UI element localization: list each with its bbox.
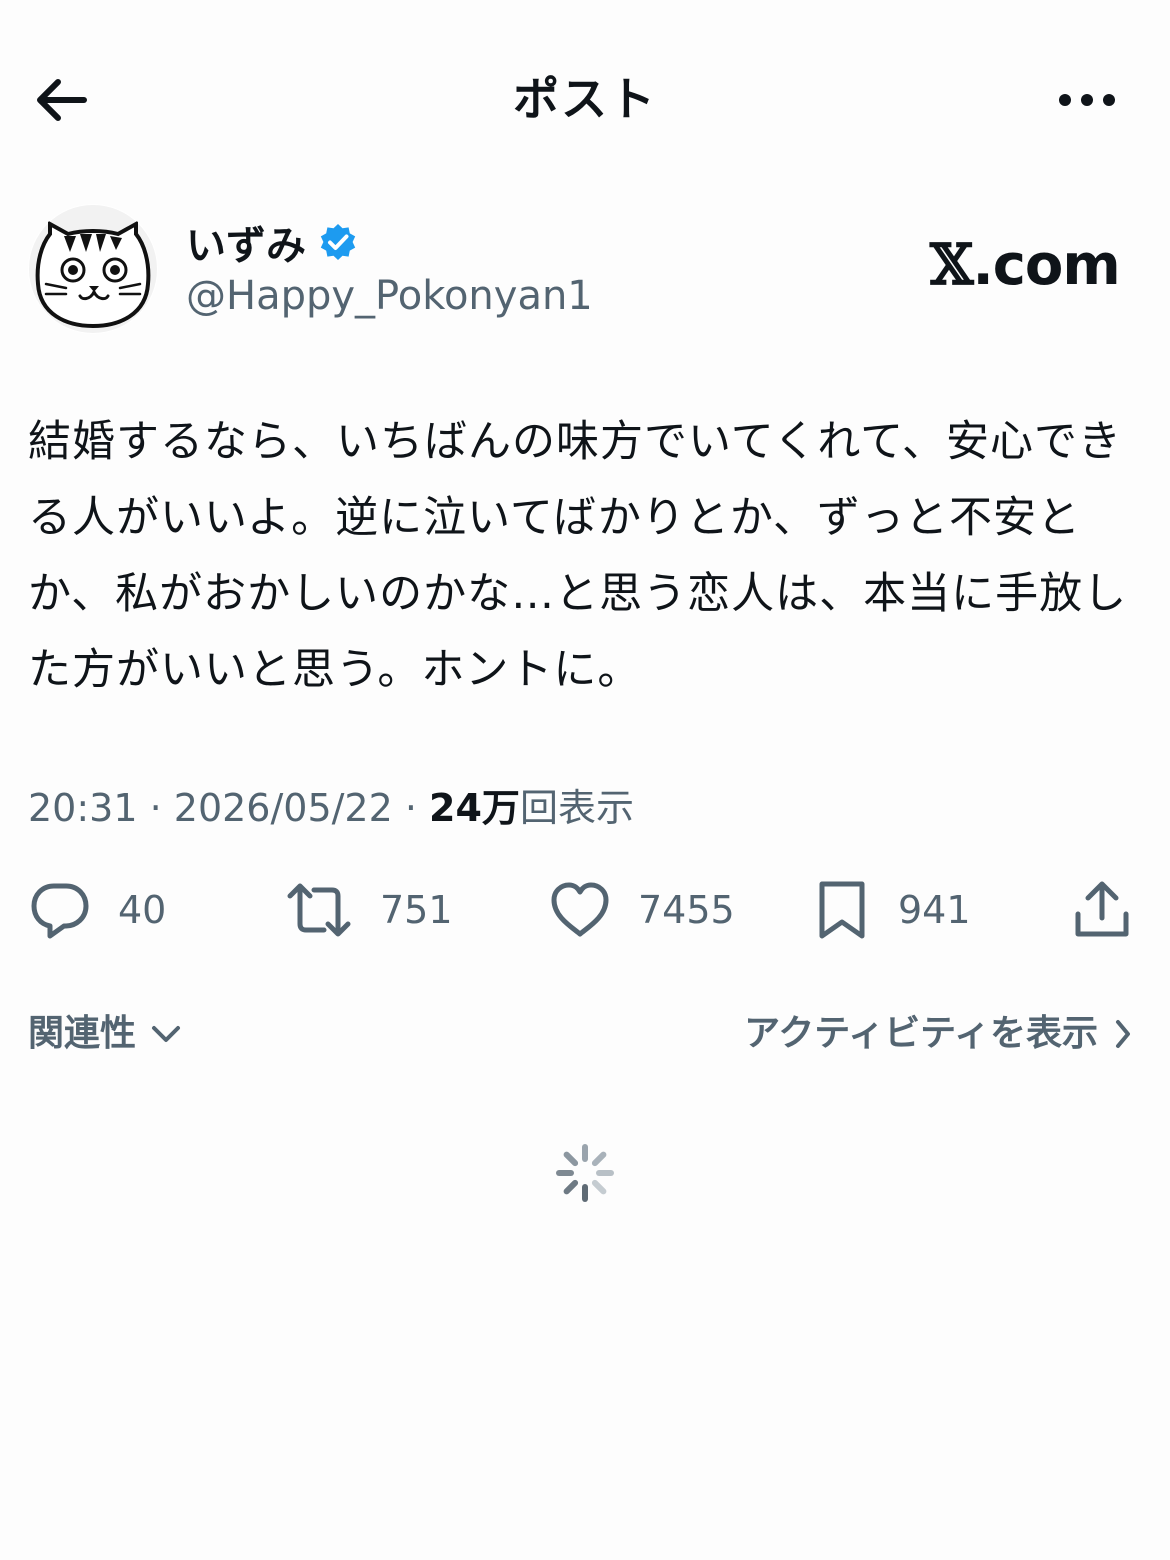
bookmark-count: 941 [898, 888, 971, 932]
page-title: ポスト [513, 72, 657, 126]
sort-dropdown[interactable]: 関連性 [28, 1006, 182, 1062]
brand-watermark: 𝕏.com [930, 230, 1121, 301]
more-horizontal-icon [1059, 94, 1115, 106]
activity-label: アクティビティを表示 [744, 1013, 1098, 1054]
like-button[interactable]: 7455 [548, 874, 735, 946]
loading-spinner-icon [553, 1141, 617, 1205]
bookmark-button[interactable]: 941 [812, 874, 971, 946]
cat-avatar-icon [29, 205, 157, 333]
reply-count: 40 [118, 888, 167, 932]
author-handle[interactable]: @Happy_Pokonyan1 [186, 270, 593, 322]
avatar[interactable] [28, 204, 158, 334]
heart-icon [551, 882, 609, 937]
views-count: 24万 [429, 786, 520, 830]
author-name[interactable]: いずみ [186, 213, 306, 271]
bookmark-icon [819, 881, 865, 939]
reply-icon [31, 883, 89, 939]
meta-separator: · [137, 786, 174, 830]
views-label: 回表示 [519, 786, 634, 830]
sort-label: 関連性 [28, 1013, 137, 1054]
repost-button[interactable]: 751 [284, 874, 453, 946]
author-name-row: いずみ [186, 214, 358, 270]
brand-domain: .com [972, 233, 1120, 298]
chevron-down-icon [152, 1026, 181, 1042]
share-button[interactable] [1070, 874, 1134, 946]
repost-count: 751 [380, 888, 453, 932]
x-logo: 𝕏 [930, 232, 973, 298]
verified-badge-icon[interactable] [318, 222, 358, 262]
view-activity-link[interactable]: アクティビティを表示 [744, 1006, 1132, 1062]
post-time: 20:31 [28, 786, 138, 830]
repost-icon [287, 883, 351, 937]
meta-separator: · [392, 786, 430, 830]
post-date: 2026/05/22 [173, 786, 393, 830]
more-options-button[interactable] [1052, 72, 1122, 128]
post-meta: 20:31 · 2026/05/22 · 24万回表示 [28, 780, 634, 836]
reply-button[interactable]: 40 [28, 874, 166, 946]
like-count: 7455 [638, 888, 735, 932]
post-text: 結婚するなら、いちばんの味方でいてくれて、安心できる人がいいよ。逆に泣いてばかり… [28, 417, 1128, 695]
share-icon [1075, 881, 1129, 937]
chevron-right-icon [1116, 1020, 1130, 1048]
